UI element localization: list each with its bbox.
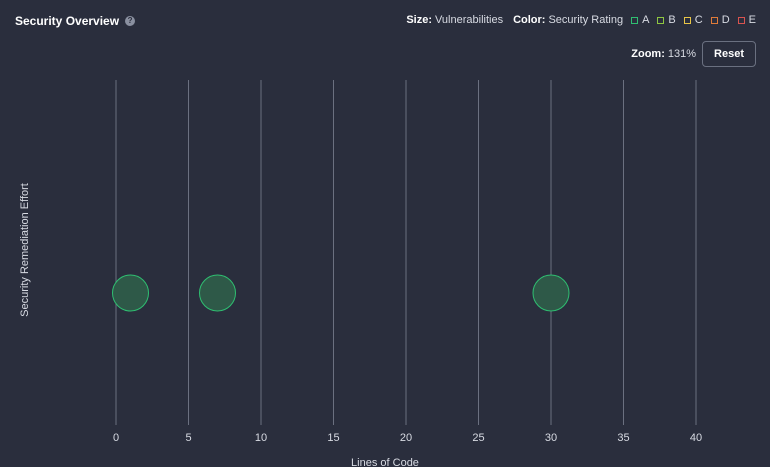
y-axis-label: Security Remediation Effort <box>19 183 31 317</box>
x-tick-label: 35 <box>617 432 629 444</box>
x-tick-labels: 0 5 10 15 20 25 30 35 40 <box>113 432 702 444</box>
bubble-point[interactable] <box>532 274 570 312</box>
x-tick-label: 25 <box>472 432 484 444</box>
bubble-point[interactable] <box>199 274 236 312</box>
grid-lines <box>115 80 697 425</box>
x-tick-label: 20 <box>400 432 412 444</box>
security-overview-panel: Security Overview ? Size: Vulnerabilitie… <box>0 0 770 467</box>
bubble-chart: 0 5 10 15 20 25 30 35 40 Lines of Code Security … <box>19 80 702 467</box>
x-tick-label: 30 <box>545 432 557 444</box>
x-tick-label: 10 <box>255 432 267 444</box>
x-tick-label: 0 <box>113 432 119 444</box>
x-tick-label: 40 <box>690 432 702 444</box>
bubble-point[interactable] <box>112 274 149 312</box>
x-tick-label: 15 <box>327 432 339 444</box>
x-tick-label: 5 <box>185 432 191 444</box>
bubbles <box>112 274 570 312</box>
x-axis-label: Lines of Code <box>351 457 419 467</box>
